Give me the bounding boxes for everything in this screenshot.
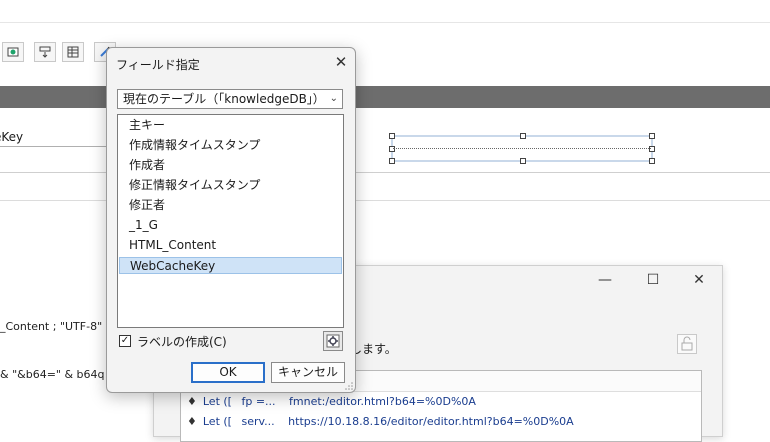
ok-button[interactable]: OK [191,362,265,383]
insert-field-below-button[interactable] [34,42,56,62]
cancel-button[interactable]: キャンセル [271,362,345,383]
field-list-item[interactable]: 修正情報タイムスタンプ [119,177,342,194]
script-step[interactable]: ♦ Let ([ fp =... fmnet:/editor.html?b64=%… [187,395,476,408]
field-list-item-selected[interactable]: WebCacheKey [119,257,342,274]
script-message: します。 [350,342,397,356]
image-tool-button[interactable] [2,42,24,62]
resize-handle[interactable] [389,158,395,164]
field-list-item[interactable]: _1_G [119,217,342,234]
create-label-checkbox[interactable]: ✓ [119,335,131,347]
lock-button[interactable] [677,334,697,354]
top-divider [0,22,770,23]
layout-toolbar [0,38,120,68]
calc-text-line: & "&b64=" & b64q [0,368,105,381]
resize-handle[interactable] [649,146,655,152]
resize-handle[interactable] [649,133,655,139]
resize-handle[interactable] [649,158,655,164]
image-icon [7,47,19,57]
resize-grip-icon[interactable] [345,382,353,390]
field-list[interactable]: 主キー 作成情報タイムスタンプ 作成者 修正情報タイムスタンプ 修正者 _1_G… [117,114,344,328]
calc-text-line: _Content ; "UTF-8" ; [0,320,110,333]
field-down-icon [39,46,51,58]
step-marker-icon: ♦ [187,395,197,408]
resize-handle[interactable] [389,133,395,139]
create-label-text: ラベルの作成(C) [137,335,227,349]
dialog-title: フィールド指定 [116,58,200,72]
resize-handle[interactable] [520,133,526,139]
minimize-button[interactable]: — [594,272,616,288]
layout-field-label: eKey [0,130,24,144]
close-button[interactable]: ✕ [688,272,710,288]
resize-handle[interactable] [389,146,395,152]
resize-handle[interactable] [520,158,526,164]
maximize-button[interactable]: ☐ [642,272,664,288]
table-select[interactable]: 現在のテーブル（「knowledgeDB」） ⌄ [117,89,343,109]
script-step[interactable]: ♦ Let ([ serv... https://10.18.8.16/edito… [187,415,574,428]
close-icon[interactable]: ✕ [333,53,349,71]
field-list-item[interactable]: HTML_Content [119,237,342,254]
step-marker-icon: ♦ [187,415,197,428]
lock-icon [681,336,693,351]
gear-icon [326,334,340,348]
object-baseline [393,148,651,149]
portal-tool-button[interactable] [62,42,84,62]
field-list-item[interactable]: 主キー [119,117,342,134]
portal-icon [67,46,79,58]
table-select-value: 現在のテーブル（「knowledgeDB」） [123,92,325,106]
layout-field-webcachekey[interactable]: eKey [0,128,110,147]
field-list-item[interactable]: 修正者 [119,197,342,214]
options-button[interactable] [323,331,343,351]
field-specify-dialog: フィールド指定 ✕ 現在のテーブル（「knowledgeDB」） ⌄ 主キー 作… [106,47,356,393]
field-list-item[interactable]: 作成情報タイムスタンプ [119,137,342,154]
chevron-down-icon: ⌄ [329,93,338,104]
field-list-item[interactable]: 作成者 [119,157,342,174]
